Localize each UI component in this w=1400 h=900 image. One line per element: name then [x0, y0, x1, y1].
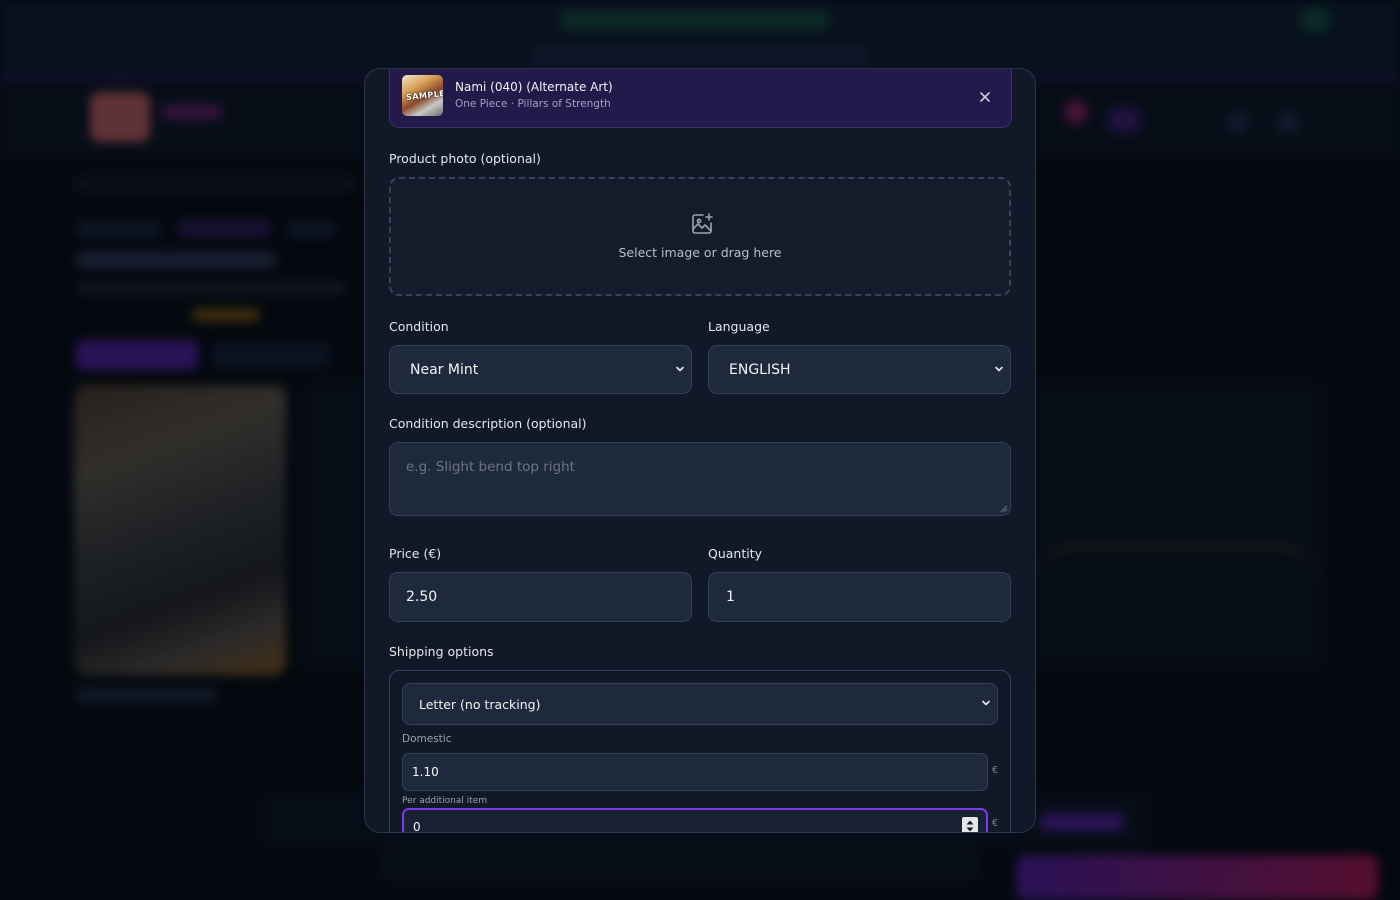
domestic-price-value: 1.10 — [412, 765, 439, 779]
product-subtitle: One Piece · Pillars of Strength — [455, 98, 611, 110]
language-label: Language — [708, 319, 770, 334]
spinner-arrows-icon — [966, 820, 974, 832]
condition-description-placeholder: e.g. Slight bend top right — [406, 459, 575, 475]
product-thumbnail: SAMPLE — [402, 75, 443, 116]
quantity-value: 1 — [726, 589, 735, 605]
dropzone-text: Select image or drag here — [618, 245, 782, 260]
condition-description-textarea[interactable]: e.g. Slight bend top right — [389, 442, 1011, 516]
quantity-input[interactable]: 1 — [708, 572, 1011, 622]
domestic-label: Domestic — [402, 733, 452, 745]
shipping-method-value: Letter (no tracking) — [419, 696, 541, 712]
chevron-down-icon — [676, 366, 684, 371]
condition-value: Near Mint — [410, 361, 479, 378]
number-spinner[interactable] — [962, 817, 978, 832]
thumbnail-watermark: SAMPLE — [405, 88, 443, 103]
language-select[interactable]: ENGLISH — [708, 345, 1011, 394]
resize-handle-icon[interactable] — [1000, 505, 1008, 513]
create-listing-modal: SAMPLE Nami (040) (Alternate Art) One Pi… — [364, 68, 1036, 833]
chevron-down-icon — [982, 700, 990, 706]
language-value: ENGLISH — [729, 361, 791, 378]
photo-dropzone[interactable]: Select image or drag here — [389, 177, 1011, 296]
shipping-options-label: Shipping options — [389, 644, 494, 659]
price-value: 2.50 — [406, 589, 438, 605]
additional-item-price-value: 0 — [413, 820, 421, 833]
condition-description-label: Condition description (optional) — [389, 416, 587, 431]
price-label: Price (€) — [389, 546, 442, 561]
condition-select[interactable]: Near Mint — [389, 345, 692, 394]
product-name: Nami (040) (Alternate Art) — [455, 80, 613, 94]
condition-label: Condition — [389, 319, 449, 334]
shipping-method-select[interactable]: Letter (no tracking) — [402, 683, 998, 725]
additional-item-currency: € — [992, 818, 999, 829]
selected-product-card: SAMPLE Nami (040) (Alternate Art) One Pi… — [389, 69, 1012, 128]
quantity-label: Quantity — [708, 546, 763, 561]
shipping-options-box: Letter (no tracking) Domestic 1.10 € Per… — [389, 670, 1011, 833]
additional-item-price-input[interactable]: 0 — [402, 808, 988, 833]
additional-item-label: Per additional item — [402, 796, 488, 806]
close-icon — [980, 92, 990, 102]
price-input[interactable]: 2.50 — [389, 572, 692, 622]
chevron-down-icon — [995, 366, 1003, 371]
image-add-icon — [692, 213, 713, 234]
domestic-price-input[interactable]: 1.10 — [402, 753, 988, 791]
product-photo-label: Product photo (optional) — [389, 151, 541, 166]
clear-product-button[interactable] — [974, 86, 996, 108]
domestic-currency: € — [992, 765, 999, 776]
